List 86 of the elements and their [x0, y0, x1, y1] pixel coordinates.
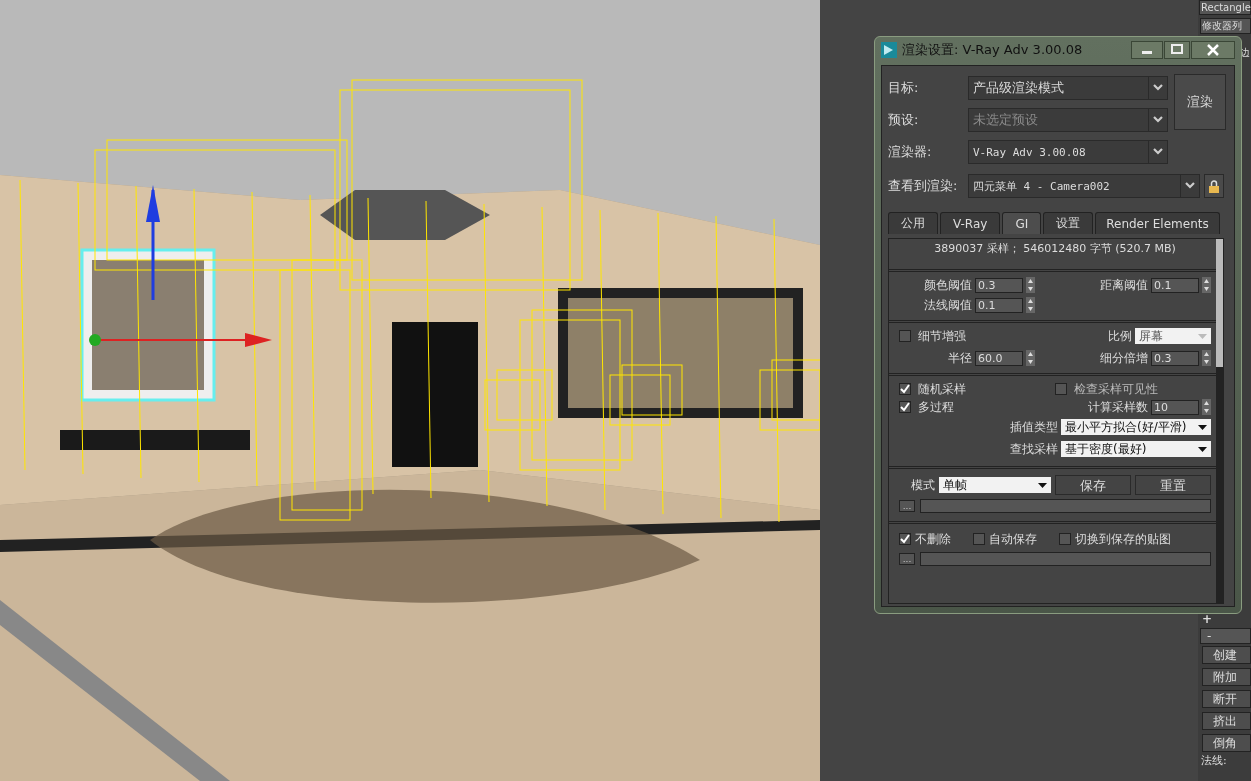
- field-label: 预设:: [888, 111, 920, 129]
- rollout-header[interactable]: -: [1200, 628, 1251, 644]
- close-icon[interactable]: [1191, 41, 1235, 59]
- dropdown-label: 查找采样: [1010, 440, 1058, 458]
- checkbox-label: 自动保存: [989, 530, 1037, 548]
- checkbox[interactable]: [899, 383, 911, 395]
- spinner-arrows-icon[interactable]: [1026, 350, 1035, 366]
- radius-label: 半径: [948, 349, 972, 367]
- checkbox[interactable]: [1059, 533, 1071, 545]
- checkbox-label: 细节增强: [918, 327, 966, 345]
- normal-label: 法线:: [1200, 754, 1228, 767]
- panel-button[interactable]: 重置: [1135, 475, 1211, 495]
- panel-button[interactable]: 挤出: [1202, 712, 1251, 730]
- spinner-arrows-icon[interactable]: [1026, 277, 1035, 293]
- checkbox-label: 随机采样: [918, 380, 966, 398]
- caret-icon: [1152, 148, 1164, 156]
- field-label: 目标:: [888, 79, 920, 97]
- checkbox[interactable]: [973, 533, 985, 545]
- object-name-field[interactable]: Rectangle: [1199, 0, 1251, 15]
- scrollbar-thumb[interactable]: [1216, 239, 1223, 367]
- modifier-list-dropdown[interactable]: 修改器列: [1200, 18, 1251, 34]
- browse-button[interactable]: ...: [899, 553, 915, 565]
- lock-icon[interactable]: [1209, 179, 1219, 193]
- checkbox[interactable]: [899, 533, 911, 545]
- tab[interactable]: Render Elements: [1095, 212, 1220, 234]
- mode-dropdown[interactable]: 单帧: [939, 477, 1051, 493]
- checkbox-label: 检查采样可见性: [1074, 380, 1158, 398]
- browse-button[interactable]: ...: [899, 500, 915, 512]
- panel-button[interactable]: 保存: [1055, 475, 1131, 495]
- minimize-icon[interactable]: [1131, 41, 1163, 59]
- tab[interactable]: 公用: [888, 212, 938, 234]
- tab[interactable]: GI: [1002, 212, 1042, 234]
- panel-button[interactable]: 创建: [1202, 646, 1251, 664]
- path-field[interactable]: [920, 552, 1211, 566]
- scale-label: 比例: [1108, 327, 1132, 345]
- subdiv-label: 细分倍增: [1100, 349, 1148, 367]
- threshold-label: 颜色阈值: [924, 276, 972, 294]
- mode-label: 模式: [911, 476, 935, 494]
- caret-icon: [1198, 333, 1207, 339]
- dropdown[interactable]: 产品级渲染模式: [968, 76, 1168, 100]
- field-label: 查看到渲染:: [888, 177, 959, 195]
- caret-icon: [1198, 424, 1207, 430]
- checkbox-label: 切换到保存的贴图: [1075, 530, 1171, 548]
- dialog-title: 渲染设置: V-Ray Adv 3.00.08: [902, 41, 1083, 59]
- calc-samples-field[interactable]: 10: [1151, 399, 1199, 415]
- checkbox[interactable]: [899, 330, 911, 342]
- render-button[interactable]: 渲染: [1174, 74, 1226, 130]
- dropdown[interactable]: V-Ray Adv 3.00.08: [968, 140, 1168, 164]
- threshold-field[interactable]: 0.3: [975, 277, 1023, 293]
- caret-icon: [1152, 116, 1164, 124]
- maximize-icon[interactable]: [1164, 41, 1190, 59]
- tab[interactable]: 设置: [1043, 212, 1094, 234]
- panel-label: 边: [1240, 46, 1251, 60]
- spinner-arrows-icon[interactable]: [1202, 399, 1211, 415]
- caret-icon: [1152, 84, 1164, 92]
- checkbox-label: 多过程: [918, 398, 954, 416]
- spinner-arrows-icon[interactable]: [1202, 277, 1211, 293]
- spinner-arrows-icon[interactable]: [1202, 350, 1211, 366]
- radius-field[interactable]: 60.0: [975, 350, 1023, 366]
- spinner-arrows-icon[interactable]: [1026, 297, 1035, 313]
- caret-icon: [1184, 182, 1196, 190]
- threshold-label: 距离阈值: [1100, 276, 1148, 294]
- checkbox[interactable]: [899, 401, 911, 413]
- caret-icon: [1198, 446, 1207, 452]
- threshold-label: 法线阈值: [924, 296, 972, 314]
- caret-icon: [1038, 482, 1047, 488]
- dropdown-label: 插值类型: [1010, 418, 1058, 436]
- tab[interactable]: V-Ray: [940, 212, 1001, 234]
- subdiv-field[interactable]: 0.3: [1151, 350, 1199, 366]
- field-label: 渲染器:: [888, 143, 933, 161]
- threshold-field[interactable]: 0.1: [975, 297, 1023, 313]
- panel-button[interactable]: 倒角: [1202, 734, 1251, 752]
- dropdown[interactable]: 最小平方拟合(好/平滑): [1061, 419, 1211, 435]
- dropdown[interactable]: 四元菜单 4 - Camera002: [968, 174, 1200, 198]
- scale-dropdown[interactable]: 屏幕: [1135, 328, 1211, 344]
- path-field[interactable]: [920, 499, 1211, 513]
- panel-button[interactable]: 附加: [1202, 668, 1251, 686]
- rollout-add-button[interactable]: +: [1202, 612, 1213, 626]
- dropdown[interactable]: 基于密度(最好): [1061, 441, 1211, 457]
- checkbox-label: 不删除: [915, 530, 951, 548]
- app-logo-icon: [881, 42, 897, 58]
- threshold-field[interactable]: 0.1: [1151, 277, 1199, 293]
- panel-button[interactable]: 断开: [1202, 690, 1251, 708]
- memory-stats: 3890037 采样； 546012480 字节 (520.7 MB): [934, 242, 1176, 255]
- calc-samples-label: 计算采样数: [1088, 398, 1148, 416]
- checkbox[interactable]: [1055, 383, 1067, 395]
